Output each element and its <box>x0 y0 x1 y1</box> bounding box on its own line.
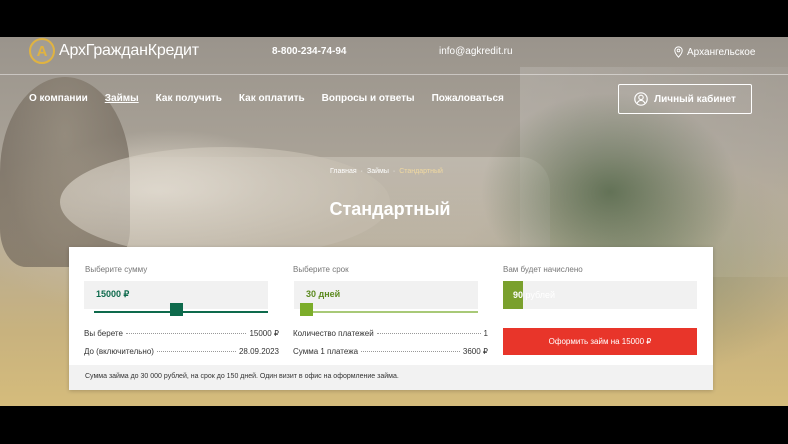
logo-text: АрхГражданКредит <box>59 42 199 59</box>
header-city[interactable]: Архангельское <box>674 46 755 58</box>
term-value-box: 30 дней <box>294 281 478 309</box>
accrue-amount: 90 <box>513 290 524 300</box>
letterbox-bottom <box>0 406 788 444</box>
summary-value: 1 <box>483 329 488 338</box>
amount-label: Выберите сумму <box>85 265 148 274</box>
amount-value: 15000 ₽ <box>96 289 130 299</box>
loan-calculator: Выберите сумму 15000 ₽ Вы берете 15000 ₽… <box>69 247 713 390</box>
nav-item-faq[interactable]: Вопросы и ответы <box>322 93 415 104</box>
logo-mark-icon: А <box>29 38 55 64</box>
summary-value: 15000 ₽ <box>249 329 279 338</box>
summary-row: Вы берете 15000 ₽ <box>84 329 279 338</box>
nav-item-loans[interactable]: Займы <box>105 93 139 104</box>
summary-label: Сумма 1 платежа <box>293 347 359 356</box>
breadcrumb-loans[interactable]: Займы <box>367 168 389 175</box>
breadcrumb-current: Стандартный <box>399 168 443 175</box>
breadcrumb-separator: · <box>360 168 363 175</box>
calculator-footer-note: Сумма займа до 30 000 рублей, на срок до… <box>69 365 713 390</box>
breadcrumb: Главная · Займы · Стандартный <box>330 168 443 175</box>
summary-row: До (включительно) 28.09.2023 <box>84 347 279 356</box>
nav-item-complaint[interactable]: Пожаловаться <box>432 93 504 104</box>
summary-row: Количество платежей 1 <box>293 329 488 338</box>
summary-label: Количество платежей <box>293 329 374 338</box>
header-phone[interactable]: 8-800-234-74-94 <box>272 46 347 57</box>
summary-label: Вы берете <box>84 329 123 338</box>
accrue-label: Вам будет начислено <box>503 265 583 274</box>
term-slider-track[interactable] <box>302 311 478 313</box>
nav-item-about[interactable]: О компании <box>29 93 88 104</box>
summary-value: 3600 ₽ <box>462 347 488 356</box>
main-nav: О компании Займы Как получить Как оплати… <box>29 93 504 104</box>
breadcrumb-separator: · <box>392 168 396 175</box>
accrue-unit: рублей <box>525 290 556 300</box>
apply-loan-button[interactable]: Оформить займ на 15000 ₽ <box>503 328 697 355</box>
summary-value: 28.09.2023 <box>238 347 279 356</box>
nav-item-how-to-pay[interactable]: Как оплатить <box>239 93 305 104</box>
summary-dots <box>361 351 460 352</box>
header-city-label: Архангельское <box>687 46 756 58</box>
user-icon <box>634 92 648 106</box>
location-pin-icon <box>674 46 683 58</box>
accrue-value: 90 рублей <box>513 290 555 300</box>
summary-row: Сумма 1 платежа 3600 ₽ <box>293 347 488 356</box>
header-email[interactable]: info@agkredit.ru <box>439 46 513 57</box>
summary-dots <box>125 333 247 334</box>
page-title: Стандартный <box>329 199 451 219</box>
breadcrumb-home[interactable]: Главная <box>330 168 357 175</box>
summary-label: До (включительно) <box>84 347 154 356</box>
term-label: Выберите срок <box>293 265 349 274</box>
summary-dots <box>156 351 236 352</box>
letterbox-top <box>0 0 788 37</box>
amount-slider-handle[interactable] <box>169 303 183 316</box>
term-value: 30 дней <box>306 289 341 299</box>
personal-cabinet-label: Личный кабинет <box>654 93 736 105</box>
accrue-box: 90 рублей <box>503 281 697 309</box>
site-logo[interactable]: А АрхГражданКредит <box>29 38 199 64</box>
term-slider-handle[interactable] <box>300 303 313 316</box>
nav-item-how-to-get[interactable]: Как получить <box>156 93 222 104</box>
personal-cabinet-button[interactable]: Личный кабинет <box>618 84 752 114</box>
summary-dots <box>376 333 481 334</box>
